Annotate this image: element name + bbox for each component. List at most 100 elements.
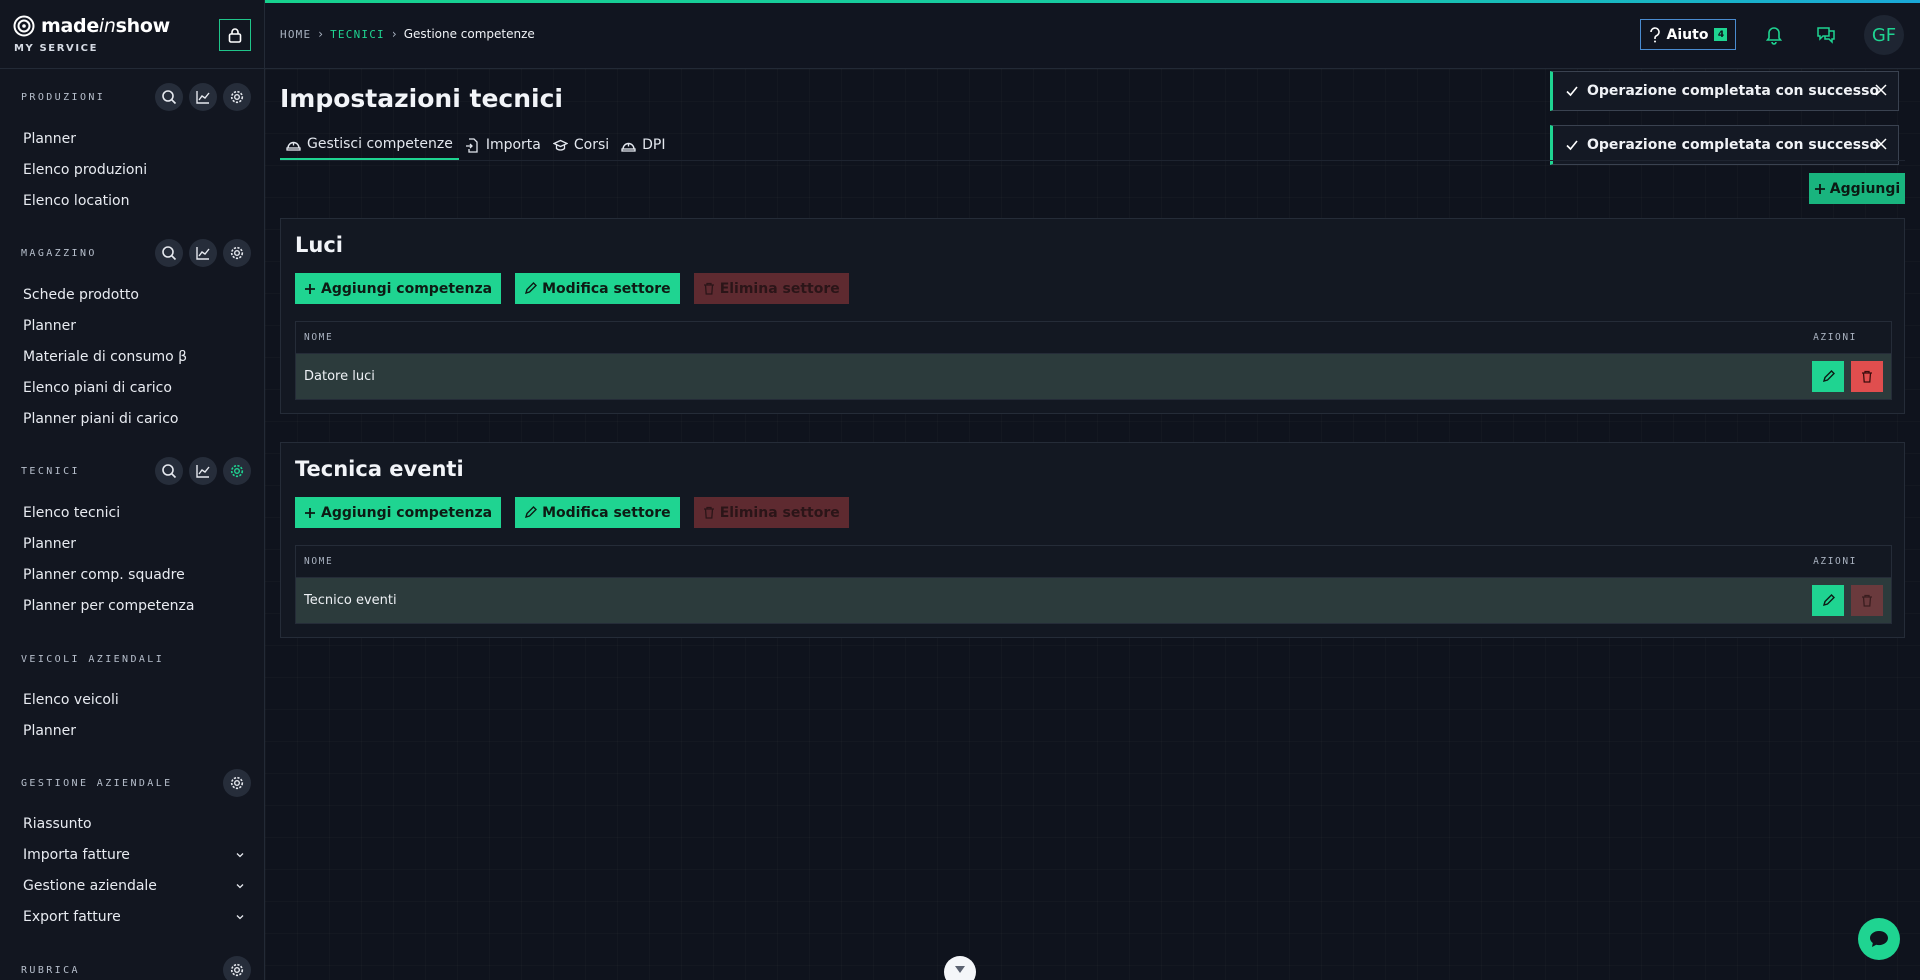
gear-icon (230, 963, 244, 977)
sidebar-item-elenco-tecnici[interactable]: Elenco tecnici (23, 501, 245, 525)
sidebar-item-planner-per-competenza[interactable]: Planner per competenza (23, 594, 245, 618)
helmet-icon (286, 141, 301, 151)
breadcrumb-separator: › (318, 27, 324, 41)
bell-icon[interactable] (1763, 23, 1785, 45)
sidebar-item-elenco-piani-carico[interactable]: Elenco piani di carico (23, 376, 245, 400)
column-actions-header: AZIONI (1813, 332, 1857, 343)
sidebar-item-schede-prodotto[interactable]: Schede prodotto (23, 283, 245, 307)
toast-message: Operazione completata con successo (1587, 137, 1880, 153)
search-button[interactable] (155, 83, 183, 111)
sidebar-item-planner[interactable]: Planner (23, 719, 245, 743)
breadcrumb-tecnici[interactable]: TECNICI (330, 28, 385, 41)
settings-button[interactable] (223, 239, 251, 267)
chart-trend-icon (196, 465, 210, 478)
user-avatar[interactable]: GF (1864, 15, 1904, 55)
chat-support-button[interactable] (1858, 918, 1900, 960)
section-gestione-aziendale: GESTIONE AZIENDALE (21, 768, 251, 798)
sidebar-item-planner-piani-carico[interactable]: Planner piani di carico (23, 407, 245, 431)
plus-icon (1814, 183, 1825, 194)
delete-skill-button[interactable] (1851, 361, 1883, 392)
column-name-header: NOME (304, 332, 334, 343)
file-import-icon (465, 137, 478, 153)
section-title: RUBRICA (21, 964, 80, 976)
scroll-down-button[interactable] (944, 956, 976, 980)
table-header: NOME AZIONI (296, 322, 1891, 354)
section-tecnici: TECNICI (21, 456, 251, 486)
brand-name: madeinshow (41, 15, 170, 37)
pencil-icon (1822, 594, 1835, 607)
tab-dpi[interactable]: DPI (615, 130, 671, 160)
gear-icon (230, 464, 244, 478)
sidebar-item-elenco-location[interactable]: Elenco location (23, 189, 245, 213)
tab-gestisci-competenze[interactable]: Gestisci competenze (280, 130, 459, 160)
sidebar-item-export-fatture[interactable]: Export fatture (23, 905, 245, 929)
search-button[interactable] (155, 239, 183, 267)
edit-sector-button[interactable]: Modifica settore (515, 497, 680, 528)
sidebar-item-elenco-veicoli[interactable]: Elenco veicoli (23, 688, 245, 712)
sector-title: Luci (295, 233, 343, 257)
toast-message: Operazione completata con successo (1587, 83, 1880, 99)
chevron-down-icon (955, 966, 965, 973)
stats-button[interactable] (189, 83, 217, 111)
brand-subtitle: MY SERVICE (14, 43, 99, 54)
stats-button[interactable] (189, 457, 217, 485)
check-icon (1566, 140, 1578, 151)
delete-sector-button[interactable]: Elimina settore (693, 497, 849, 528)
close-icon[interactable] (1874, 83, 1888, 97)
help-count-badge: 4 (1714, 28, 1728, 41)
messages-icon[interactable] (1815, 23, 1837, 45)
help-button[interactable]: Aiuto 4 (1640, 19, 1736, 50)
search-icon (162, 90, 177, 105)
tabs-divider (280, 160, 1905, 161)
sidebar-item-gestione-aziendale[interactable]: Gestione aziendale (23, 874, 245, 898)
delete-skill-button-disabled[interactable] (1851, 585, 1883, 616)
section-title: MAGAZZINO (21, 247, 97, 259)
sidebar-item-planner-comp-squadre[interactable]: Planner comp. squadre (23, 563, 245, 587)
tab-corsi[interactable]: Corsi (547, 130, 615, 160)
add-skill-button[interactable]: Aggiungi competenza (295, 273, 502, 304)
edit-sector-button[interactable]: Modifica settore (515, 273, 680, 304)
edit-skill-button[interactable] (1812, 585, 1844, 616)
breadcrumb-current: Gestione competenze (403, 27, 535, 41)
settings-button-active[interactable] (223, 457, 251, 485)
skills-table: NOME AZIONI Datore luci (295, 321, 1892, 400)
close-icon[interactable] (1874, 137, 1888, 151)
edit-skill-button[interactable] (1812, 361, 1844, 392)
delete-sector-button[interactable]: Elimina settore (693, 273, 849, 304)
brand[interactable]: madeinshow MY SERVICE (13, 15, 170, 54)
breadcrumb-separator: › (391, 27, 397, 41)
search-button[interactable] (155, 457, 183, 485)
sidebar-item-importa-fatture[interactable]: Importa fatture (23, 843, 245, 867)
sidebar-item-materiale-consumo[interactable]: Materiale di consumo β (23, 345, 245, 369)
trash-icon (703, 506, 714, 519)
top-accent-bar (265, 0, 1920, 3)
tab-importa[interactable]: Importa (459, 130, 547, 160)
plus-icon (305, 283, 315, 294)
add-sector-button[interactable]: Aggiungi (1809, 173, 1905, 204)
sidebar-item-planner[interactable]: Planner (23, 314, 245, 338)
chevron-down-icon (236, 884, 244, 889)
section-title: TECNICI (21, 465, 80, 477)
settings-button[interactable] (223, 769, 251, 797)
sidebar-item-planner[interactable]: Planner (23, 127, 245, 151)
gear-icon (230, 246, 244, 260)
pencil-icon (1822, 370, 1835, 383)
graduation-cap-icon (552, 139, 568, 151)
stats-button[interactable] (189, 239, 217, 267)
chart-trend-icon (196, 91, 210, 104)
add-skill-button[interactable]: Aggiungi competenza (295, 497, 502, 528)
breadcrumb-home[interactable]: HOME (280, 28, 311, 41)
settings-button[interactable] (223, 83, 251, 111)
search-icon (162, 464, 177, 479)
table-row: Tecnico eventi (296, 578, 1891, 623)
sidebar-item-planner[interactable]: Planner (23, 532, 245, 556)
column-name-header: NOME (304, 556, 334, 567)
lock-icon (228, 27, 242, 43)
section-veicoli-aziendali: VEICOLI AZIENDALI (21, 644, 251, 674)
toast-success: Operazione completata con successo (1550, 71, 1899, 111)
help-icon (1649, 26, 1660, 42)
sidebar-item-riassunto[interactable]: Riassunto (23, 812, 245, 836)
sidebar-item-elenco-produzioni[interactable]: Elenco produzioni (23, 158, 245, 182)
settings-button[interactable] (223, 956, 251, 980)
lock-sidebar-button[interactable] (219, 19, 251, 51)
